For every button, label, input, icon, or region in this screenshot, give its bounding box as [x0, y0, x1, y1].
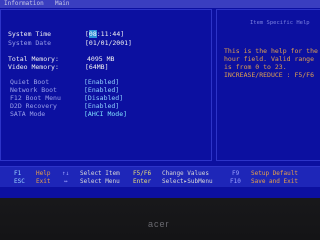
help-panel-title: Item Specific Help	[250, 20, 310, 26]
key-leftright-action: Select Menu	[80, 178, 120, 185]
key-updown: ↑↓	[62, 170, 70, 177]
d2d-recovery-value[interactable]: [Enabled]	[84, 102, 119, 110]
video-memory-label: Video Memory:	[8, 63, 59, 71]
sata-mode-value[interactable]: [AHCI Mode]	[84, 110, 127, 118]
key-f9-action: Setup Default	[251, 170, 298, 177]
video-memory-value[interactable]: [64MB]	[85, 63, 108, 71]
f12-boot-menu-value[interactable]: [Disabled]	[84, 94, 123, 102]
total-memory-label: Total Memory:	[8, 55, 59, 63]
key-f1-action: Help	[36, 170, 51, 177]
key-f10: F10	[230, 178, 241, 185]
help-panel: Item Specific Help This is the help for …	[216, 9, 320, 161]
key-enter: Enter	[133, 178, 152, 185]
system-date-label: System Date	[8, 39, 52, 47]
f12-boot-menu-label: F12 Boot Menu	[10, 94, 61, 102]
system-time-label: System Time	[8, 30, 52, 38]
key-updown-action: Select Item	[80, 170, 120, 177]
key-f9: F9	[232, 170, 240, 177]
laptop-bezel: Information Main Item Specific Help This…	[0, 0, 320, 240]
help-line-4: INCREASE/REDUCE : F5/F6	[224, 71, 315, 79]
sata-mode-label: SATA Mode	[10, 110, 46, 118]
system-time-value[interactable]: [08:11:44]	[85, 30, 124, 38]
network-boot-value[interactable]: [Enabled]	[84, 86, 119, 94]
bios-menu-bar: Information Main	[0, 0, 320, 8]
help-line-1: This is the help for the	[224, 47, 318, 55]
menu-tab-main[interactable]: Main	[55, 0, 69, 8]
bios-screen: Information Main Item Specific Help This…	[0, 0, 320, 198]
network-boot-label: Network Boot	[10, 86, 57, 94]
menu-tab-information[interactable]: Information	[4, 0, 44, 8]
d2d-recovery-label: D2D Recovery	[10, 102, 57, 110]
quiet-boot-label: Quiet Boot	[10, 78, 50, 86]
brand-logo: acer	[148, 219, 170, 229]
help-line-3: is from 0 to 23.	[224, 63, 287, 71]
key-legend-bar: F1 Help ↑↓ Select Item F5/F6 Change Valu…	[0, 166, 320, 187]
key-f10-action: Save and Exit	[251, 178, 298, 185]
key-enter-action: Select▸SubMenu	[162, 178, 213, 185]
key-esc-action: Exit	[36, 178, 51, 185]
quiet-boot-value[interactable]: [Enabled]	[84, 78, 119, 86]
key-f1: F1	[14, 170, 22, 177]
system-time-hour-selected[interactable]: 08	[88, 30, 97, 38]
key-f5f6-action: Change Values	[162, 170, 209, 177]
key-esc: ESC	[14, 178, 25, 185]
key-f5f6: F5/F6	[133, 170, 152, 177]
system-date-value[interactable]: [01/01/2001]	[85, 39, 132, 47]
help-line-2: hour field. Valid range	[224, 55, 315, 63]
total-memory-value: 4095 MB	[87, 55, 115, 63]
key-leftright: ↔	[64, 178, 68, 185]
